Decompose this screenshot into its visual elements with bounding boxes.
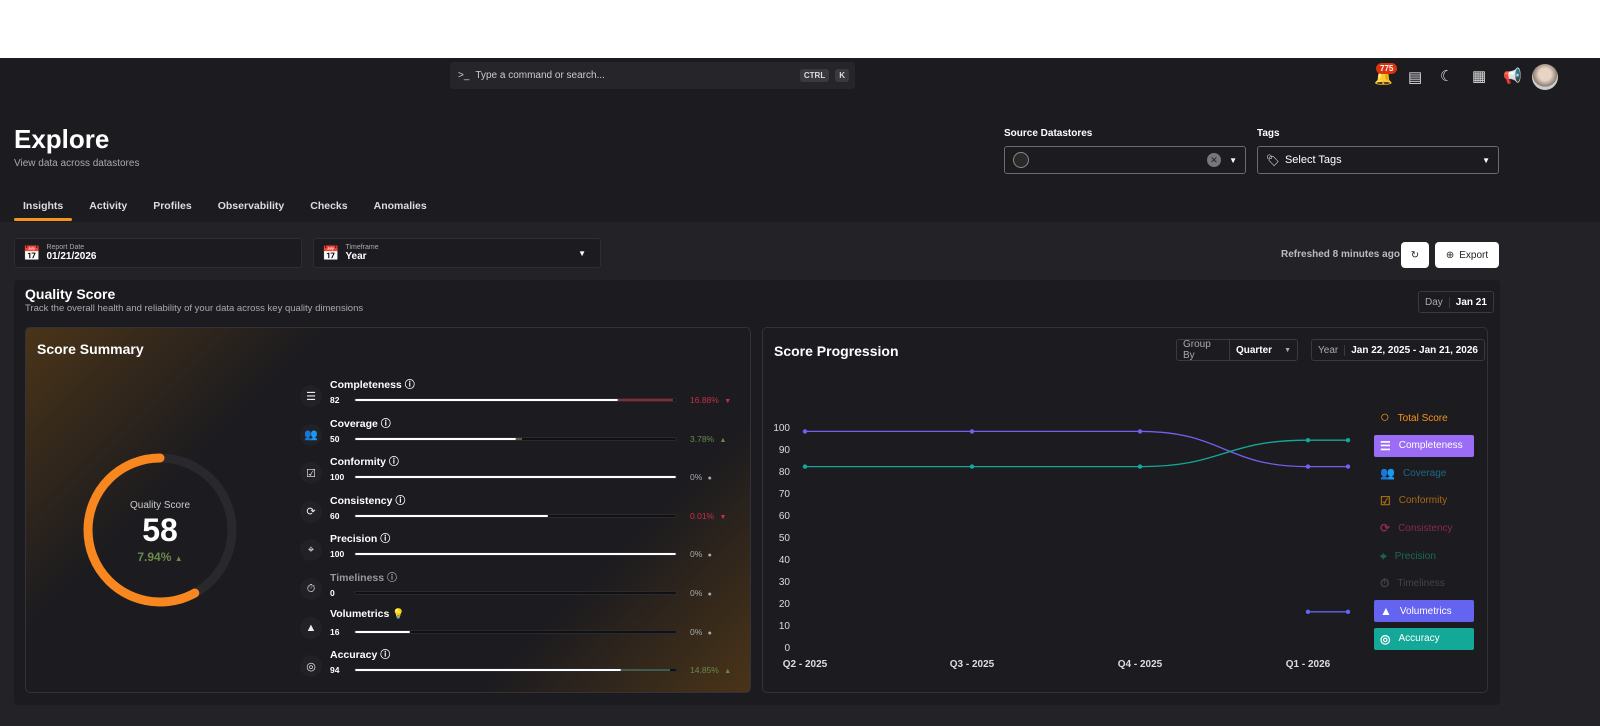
y-tick-label: 60 [779,511,791,522]
circle-icon: ○ [1380,409,1390,426]
y-tick-label: 50 [779,533,791,544]
data-point [802,464,808,469]
legend-item-total-score[interactable]: ○ Total Score [1374,407,1474,429]
legend-label: Consistency [1398,522,1453,534]
data-point [1305,438,1311,443]
legend-label: Coverage [1402,467,1447,479]
data-point [1345,609,1351,614]
stopwatch-icon: ⏱ [1380,576,1390,591]
data-point [1137,464,1143,469]
score-progression-chart: 0 10 20 30 40 50 60 70 80 90 100 Q2 - 2025 Q3 - 2025… [773,423,1351,670]
y-tick-label: 70 [779,489,791,500]
legend-item-consistency[interactable]: ⟳ Consistency [1374,517,1474,539]
legend-label: Timeliness [1397,578,1445,590]
legend-item-coverage[interactable]: 👥 Coverage [1374,462,1474,484]
y-tick-label: 0 [784,643,790,654]
data-point [1345,464,1351,469]
legend-label: Completeness [1398,440,1463,452]
y-tick-label: 30 [779,577,791,588]
y-tick-label: 80 [779,467,791,478]
legend-label: Total Score [1397,412,1448,424]
x-tick-label: Q3 - 2025 [950,659,995,670]
legend-label: Conformity [1398,495,1448,507]
list-icon: ☰ [1380,438,1391,453]
y-tick-label: 90 [779,445,791,456]
checkbox-icon: ☑ [1380,493,1391,508]
x-tick-label: Q1 - 2026 [1286,659,1331,670]
legend-item-timeliness[interactable]: ⏱ Timeliness [1374,573,1474,595]
people-icon: 👥 [1380,466,1395,481]
target-icon: ◎ [1380,631,1391,646]
legend-label: Precision [1394,550,1436,562]
data-point [1137,429,1143,434]
data-point [1345,438,1351,443]
legend-item-precision[interactable]: ⌖ Precision [1374,545,1474,567]
y-tick-label: 20 [779,599,791,610]
y-tick-label: 100 [773,423,790,434]
legend-label: Volumetrics [1399,605,1452,617]
series-line-completeness [805,430,1348,468]
data-point [1305,609,1311,614]
data-point [802,429,808,434]
shapes-icon: ▲ [1380,604,1392,619]
legend-item-completeness[interactable]: ☰ Completeness [1374,434,1474,457]
y-tick-label: 10 [779,621,791,632]
data-point [1305,464,1311,469]
data-point [969,429,975,434]
sync-icon: ⟳ [1380,521,1391,536]
legend-item-volumetrics[interactable]: ▲ Volumetrics [1374,600,1474,623]
x-tick-label: Q2 - 2025 [783,659,828,670]
x-tick-label: Q4 - 2025 [1118,659,1163,670]
crosshair-icon: ⌖ [1380,548,1387,563]
y-tick-label: 40 [779,555,791,566]
legend-label: Accuracy [1398,633,1440,645]
legend-item-accuracy[interactable]: ◎ Accuracy [1374,627,1474,650]
legend-item-conformity[interactable]: ☑ Conformity [1374,490,1474,512]
data-point [969,464,975,469]
